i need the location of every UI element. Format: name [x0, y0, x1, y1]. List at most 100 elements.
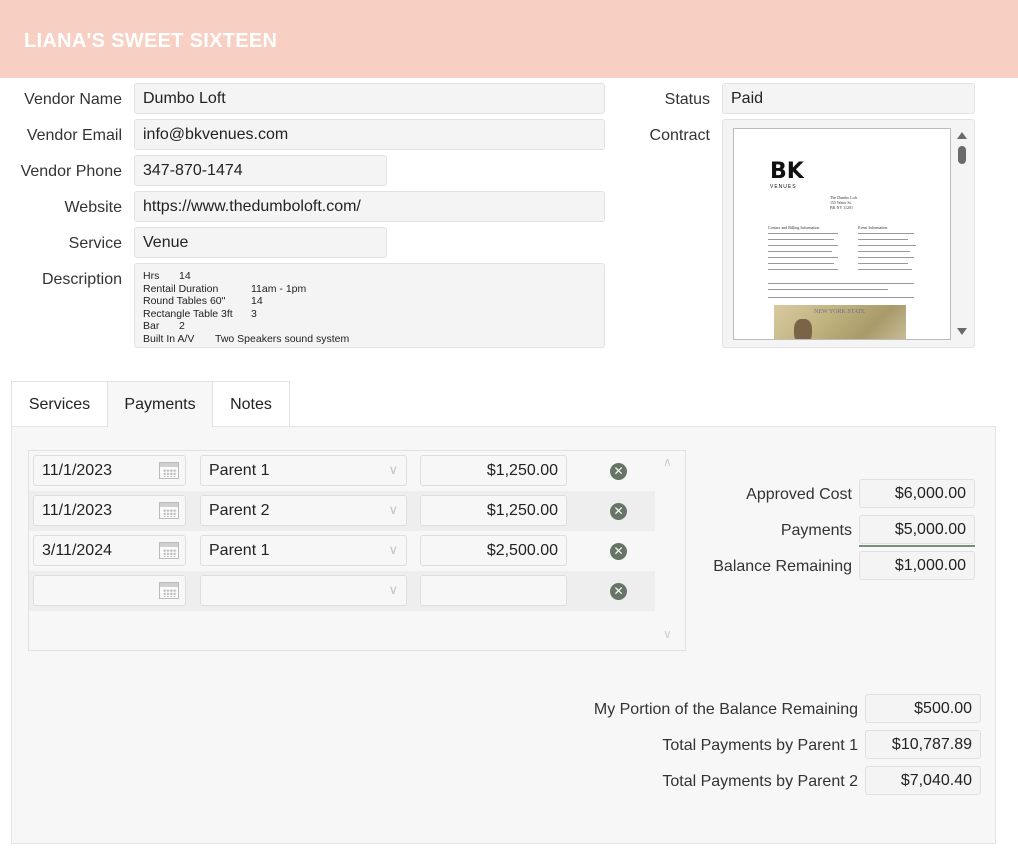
id-card-image: NEW YORK STATE [774, 305, 906, 339]
bk-venues-logo: BK [770, 159, 804, 184]
payer-value: Parent 2 [209, 502, 270, 519]
doc-line [768, 233, 838, 234]
doc-line [768, 289, 888, 290]
parent2-total-value: $7,040.40 [865, 766, 981, 795]
status-label: Status [664, 91, 710, 108]
payments-total-label: Payments [780, 522, 852, 539]
payment-date-field[interactable]: 11/1/2023 [33, 495, 186, 526]
tab-payments[interactable]: Payments [107, 381, 213, 427]
payer-value: Parent 1 [209, 462, 270, 479]
parent1-total-value: $10,787.89 [865, 730, 981, 759]
payer-select[interactable]: Parent 1 ∨ [200, 455, 407, 486]
vendor-name-label: Vendor Name [24, 91, 122, 108]
doc-line [858, 263, 908, 264]
description-label: Description [41, 271, 122, 288]
payment-row: 11/1/2023 Parent 2 ∨ $1,250.00 ✕ [29, 491, 655, 531]
calendar-icon[interactable] [159, 502, 179, 519]
calendar-icon[interactable] [159, 542, 179, 559]
contract-label: Contract [649, 127, 710, 144]
parent1-total-label: Total Payments by Parent 1 [662, 737, 858, 754]
payer-select[interactable]: ∨ [200, 575, 407, 606]
doc-line [858, 245, 916, 246]
parent2-total-label: Total Payments by Parent 2 [662, 773, 858, 790]
doc-line [768, 257, 838, 258]
my-portion-value: $500.00 [865, 694, 981, 723]
scrollbar-graphic [957, 132, 967, 335]
chevron-down-icon: ∨ [388, 462, 398, 477]
doc-line [858, 233, 914, 234]
description-line: Rentail Duration 11am - 1pm [143, 282, 307, 295]
vendor-phone-field[interactable]: 347-870-1474 [134, 155, 387, 186]
payment-amount-field[interactable]: $1,250.00 [420, 455, 567, 486]
delete-payment-icon[interactable]: ✕ [610, 543, 627, 560]
approved-cost-label: Approved Cost [746, 486, 852, 503]
balance-remaining-label: Balance Remaining [713, 558, 852, 575]
doc-text: Event Information [858, 225, 888, 230]
contract-scrollbar[interactable] [955, 128, 969, 340]
page-title: LIANA'S SWEET SIXTEEN [24, 30, 278, 52]
status-field[interactable]: Paid [722, 83, 975, 114]
scroll-down-icon[interactable]: ∨ [663, 627, 672, 641]
website-field[interactable]: https://www.thedumboloft.com/ [134, 191, 605, 222]
calendar-icon[interactable] [159, 462, 179, 479]
website-label: Website [64, 199, 122, 216]
description-field[interactable]: Hrs 14 Rentail Duration 11am - 1pm Round T… [134, 263, 605, 348]
scroll-up-icon[interactable]: ∧ [663, 455, 672, 469]
doc-line [858, 239, 908, 240]
contract-document-preview: BK VENUES The Dumbo Loft 155 Water St. B… [733, 128, 951, 340]
payment-date-field[interactable]: 3/11/2024 [33, 535, 186, 566]
description-line: Hrs 14 [143, 270, 191, 282]
payer-select[interactable]: Parent 2 ∨ [200, 495, 407, 526]
bk-venues-logo-sub: VENUES [770, 184, 797, 190]
payer-value: Parent 1 [209, 542, 270, 559]
delete-payment-icon[interactable]: ✕ [610, 463, 627, 480]
payments-total-value: $5,000.00 [859, 515, 975, 544]
service-field[interactable]: Venue [134, 227, 387, 258]
doc-line [858, 257, 914, 258]
payments-list: 11/1/2023 Parent 1 ∨ $1,250.00 ✕ 11/1/20… [28, 450, 686, 651]
service-label: Service [68, 235, 122, 252]
description-line: Rectangle Table 3ft 3 [143, 307, 257, 320]
payer-select[interactable]: Parent 1 ∨ [200, 535, 407, 566]
doc-line [858, 269, 912, 270]
payment-date-field[interactable]: 11/1/2023 [33, 455, 186, 486]
delete-payment-icon[interactable]: ✕ [610, 583, 627, 600]
payment-amount-field[interactable]: $2,500.00 [420, 535, 567, 566]
doc-line [768, 263, 834, 264]
chevron-down-icon: ∨ [388, 582, 398, 597]
chevron-down-icon: ∨ [388, 502, 398, 517]
contract-attachment[interactable]: BK VENUES The Dumbo Loft 155 Water St. B… [722, 119, 975, 348]
doc-line [768, 239, 834, 240]
my-portion-label: My Portion of the Balance Remaining [593, 701, 858, 718]
vendor-email-field[interactable]: info@bkvenues.com [134, 119, 605, 150]
balance-remaining-value: $1,000.00 [859, 551, 975, 580]
vendor-name-field[interactable]: Dumbo Loft [134, 83, 605, 114]
vendor-phone-label: Vendor Phone [20, 163, 122, 180]
description-line: Round Tables 60" 14 [143, 295, 263, 308]
doc-line [768, 283, 914, 284]
description-line: Built In A/V Two Speakers sound system [143, 332, 350, 345]
payment-amount-field[interactable] [420, 575, 567, 606]
calendar-icon[interactable] [159, 582, 179, 599]
payment-date-field[interactable] [33, 575, 186, 606]
tab-notes[interactable]: Notes [212, 381, 290, 427]
doc-line [768, 251, 832, 252]
doc-line [768, 269, 838, 270]
id-card-stamp: NEW YORK STATE [814, 309, 865, 315]
tab-services[interactable]: Services [11, 381, 108, 427]
description-line: Bar 2 [143, 320, 185, 333]
sum-divider [859, 545, 975, 547]
doc-text: BK NY 11201 [830, 205, 854, 210]
vendor-email-label: Vendor Email [26, 127, 122, 144]
payment-row: 3/11/2024 Parent 1 ∨ $2,500.00 ✕ [29, 531, 655, 571]
payment-row-new: ∨ ✕ [29, 571, 655, 611]
doc-line [768, 245, 838, 246]
doc-line [768, 297, 914, 298]
payment-row: 11/1/2023 Parent 1 ∨ $1,250.00 ✕ [29, 451, 655, 491]
payment-date-value: 11/1/2023 [42, 462, 112, 479]
delete-payment-icon[interactable]: ✕ [610, 503, 627, 520]
payment-amount-field[interactable]: $1,250.00 [420, 495, 567, 526]
payment-date-value: 11/1/2023 [42, 502, 112, 519]
chevron-down-icon: ∨ [388, 542, 398, 557]
app-header: LIANA'S SWEET SIXTEEN [0, 0, 1018, 78]
